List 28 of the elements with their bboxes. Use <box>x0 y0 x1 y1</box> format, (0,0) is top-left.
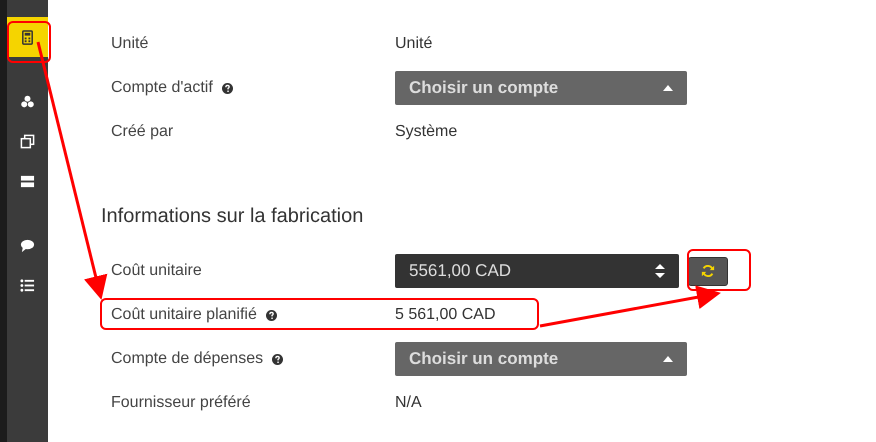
field-label: Fournisseur préféré <box>111 393 251 413</box>
field-label: Compte de dépenses <box>111 349 264 369</box>
section-heading: Informations sur la fabrication <box>101 204 364 229</box>
cubes-icon <box>20 94 35 108</box>
field-label: Créé par <box>111 122 174 142</box>
field-value: Système <box>395 122 458 142</box>
calculator-icon <box>20 30 35 44</box>
highlight-frame <box>7 21 51 63</box>
field-label: Unité <box>111 34 148 54</box>
copy-icon <box>20 134 35 148</box>
field-value: Unité <box>395 34 432 54</box>
number-field[interactable]: 5561,00 CAD <box>395 254 679 288</box>
account-dropdown[interactable]: Choisir un compte <box>395 342 687 376</box>
caret-icon <box>663 356 673 362</box>
account-dropdown[interactable]: Choisir un compte <box>395 71 687 105</box>
refresh-icon <box>701 264 715 278</box>
speech-bubble-icon <box>20 238 35 252</box>
caret-icon <box>663 85 673 91</box>
field-label: Coût unitaire planifié <box>111 305 257 325</box>
field-label: Coût unitaire <box>111 261 202 281</box>
field-label: Compte d'actif <box>111 78 213 98</box>
field-value: 5 561,00 CAD <box>395 305 496 325</box>
refresh-button[interactable] <box>688 256 728 286</box>
spinner-icon[interactable] <box>655 263 665 279</box>
list-icon <box>20 278 35 292</box>
field-value: N/A <box>395 393 422 413</box>
highlight-frame <box>687 249 751 291</box>
server-icon <box>20 174 35 188</box>
